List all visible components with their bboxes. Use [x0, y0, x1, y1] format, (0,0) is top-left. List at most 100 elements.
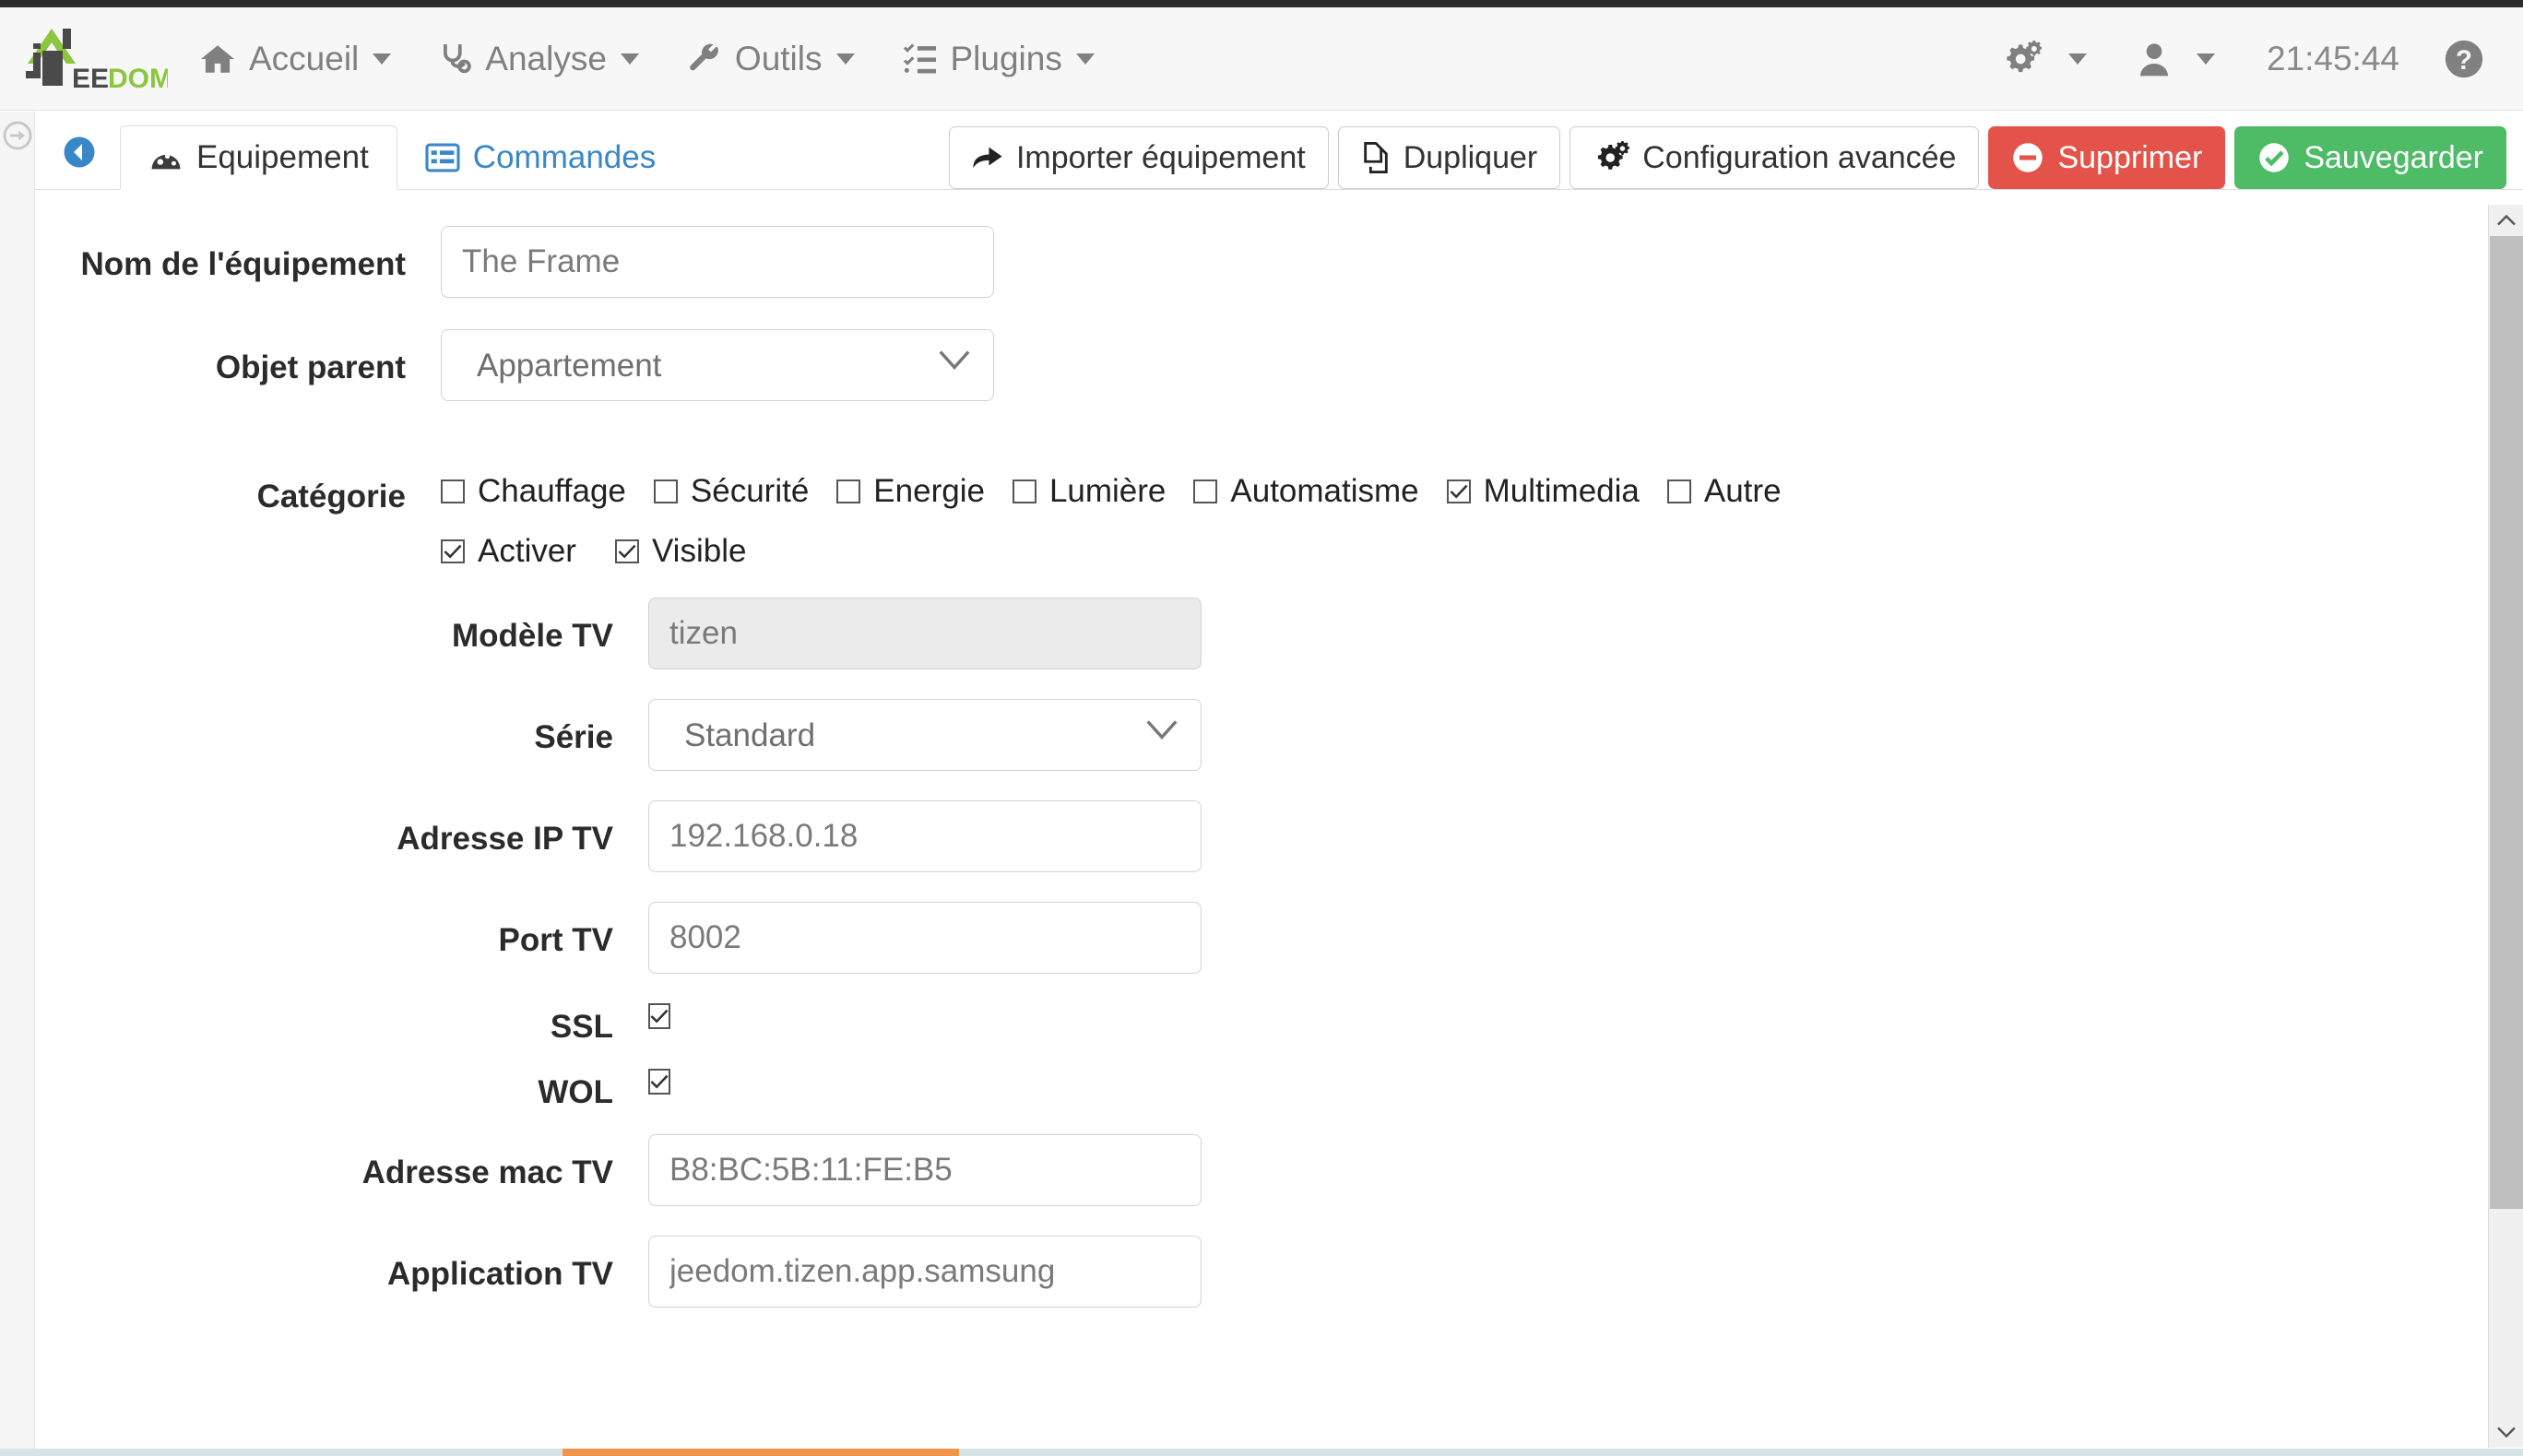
- nav-item-analyse[interactable]: Analyse: [415, 7, 663, 111]
- home-icon: [199, 42, 236, 76]
- checkbox-label-energie: Energie: [873, 473, 985, 509]
- nav-item-plugins[interactable]: Plugins: [879, 7, 1119, 111]
- bottom-scroll-track[interactable]: [0, 1449, 2523, 1456]
- field-category: Chauffage Sécurité Energie Lumière Autom: [441, 440, 1809, 510]
- nav-item-settings[interactable]: [1975, 7, 2113, 111]
- tv-model-input: [648, 598, 1202, 669]
- row-equipment-name: Nom de l'équipement: [35, 226, 2433, 298]
- checkbox-label-lumiere: Lumière: [1048, 473, 1167, 509]
- navbar-right-section: 21:45:44 ?: [1975, 7, 2523, 111]
- row-toggles: Activer Visible: [35, 533, 2433, 570]
- question-circle-icon[interactable]: ?: [2425, 39, 2493, 79]
- field-tv-port: [648, 902, 1202, 974]
- checkbox-item-autre[interactable]: Autre: [1666, 473, 1782, 510]
- main-navbar: EE DOM Accueil Analyse Outils Plugins 21…: [0, 7, 2523, 111]
- user-icon: [2138, 41, 2170, 77]
- import-equipment-label: Importer équipement: [1015, 139, 1306, 175]
- chevron-down-icon: [1075, 53, 1095, 65]
- checkbox-item-automatisme[interactable]: Automatisme: [1193, 473, 1419, 510]
- nav-label-outils: Outils: [734, 39, 823, 77]
- tab-equipement[interactable]: Equipement: [120, 125, 397, 190]
- tv-app-input[interactable]: [648, 1236, 1202, 1308]
- checkbox-chauffage[interactable]: [441, 479, 465, 503]
- checkbox-item-securite[interactable]: Sécurité: [653, 473, 810, 510]
- field-parent-object: Appartement: [441, 329, 994, 401]
- equipment-name-input[interactable]: [441, 226, 994, 298]
- checkbox-label-securite: Sécurité: [690, 473, 810, 509]
- checkbox-label-autre: Autre: [1703, 473, 1782, 509]
- chevron-down-icon: [373, 53, 392, 65]
- nav-item-accueil[interactable]: Accueil: [175, 7, 415, 111]
- nav-item-user[interactable]: [2113, 7, 2241, 111]
- chevron-down-icon: [2067, 53, 2087, 65]
- checkbox-activer[interactable]: [441, 539, 465, 563]
- import-equipment-button[interactable]: Importer équipement: [948, 126, 1329, 189]
- advanced-config-button[interactable]: Configuration avancée: [1569, 126, 1980, 189]
- scrollbar-thumb[interactable]: [2490, 236, 2523, 1209]
- checkbox-item-visible[interactable]: Visible: [614, 533, 746, 570]
- field-wol: [648, 1069, 683, 1095]
- scroll-up-arrow[interactable]: [2489, 205, 2523, 236]
- scroll-down-arrow[interactable]: [2489, 1416, 2523, 1448]
- tab-commandes[interactable]: Commandes: [397, 125, 683, 190]
- nav-label-plugins: Plugins: [950, 39, 1062, 77]
- label-tv-ip: Adresse IP TV: [397, 821, 613, 857]
- stethoscope-icon: [439, 41, 472, 77]
- checkbox-visible[interactable]: [614, 539, 639, 563]
- row-tv-app: Application TV: [35, 1236, 2433, 1308]
- checkbox-item-activer[interactable]: Activer: [441, 533, 576, 570]
- field-tv-mac: [648, 1134, 1202, 1206]
- parent-object-select[interactable]: Appartement: [441, 329, 994, 401]
- tv-mac-input[interactable]: [648, 1134, 1202, 1206]
- row-tv-model: Modèle TV: [35, 598, 2433, 669]
- jeedom-logo[interactable]: EE DOM: [0, 7, 175, 111]
- tv-series-select[interactable]: Standard: [648, 699, 1202, 771]
- arrow-circle-right-icon[interactable]: [3, 121, 32, 150]
- label-wol: WOL: [538, 1074, 613, 1110]
- gears-icon: [2001, 40, 2042, 77]
- field-tv-app: [648, 1236, 1202, 1308]
- row-ssl: SSL: [35, 1003, 2433, 1043]
- checkbox-item-multimedia[interactable]: Multimedia: [1446, 473, 1640, 510]
- checkbox-lumiere[interactable]: [1012, 479, 1036, 503]
- gears-icon: [1593, 141, 1630, 174]
- parent-object-select-wrap: Appartement: [441, 329, 994, 401]
- checkbox-energie[interactable]: [836, 479, 861, 503]
- svg-text:?: ?: [2456, 45, 2472, 76]
- minus-circle-icon: [2011, 141, 2044, 174]
- field-tv-series: Standard: [648, 699, 1202, 771]
- checkbox-multimedia[interactable]: [1446, 479, 1471, 503]
- field-ssl: [648, 1003, 683, 1029]
- tv-ip-input[interactable]: [648, 800, 1202, 872]
- arrow-circle-left-icon[interactable]: [63, 136, 96, 169]
- share-icon: [972, 143, 1003, 172]
- label-tv-series: Série: [534, 719, 613, 755]
- checkbox-item-lumiere[interactable]: Lumière: [1012, 473, 1167, 510]
- field-equipment-name: [441, 226, 994, 298]
- duplicate-button[interactable]: Dupliquer: [1337, 126, 1561, 189]
- checkbox-item-chauffage[interactable]: Chauffage: [441, 473, 626, 510]
- navbar-clock: 21:45:44: [2266, 39, 2399, 77]
- checkbox-wol[interactable]: [648, 1069, 670, 1095]
- delete-button[interactable]: Supprimer: [1988, 126, 2226, 189]
- row-tv-mac: Adresse mac TV: [35, 1134, 2433, 1206]
- vertical-scrollbar[interactable]: [2488, 205, 2523, 1448]
- tv-port-input[interactable]: [648, 902, 1202, 974]
- equipment-tabs: Equipement Commandes: [120, 125, 683, 190]
- row-parent-object: Objet parent Appartement: [35, 329, 2433, 401]
- category-checkbox-group: Chauffage Sécurité Energie Lumière Autom: [441, 473, 1809, 510]
- chevron-down-icon: [835, 53, 855, 65]
- checkbox-securite[interactable]: [653, 479, 678, 503]
- label-ssl: SSL: [550, 1009, 613, 1045]
- save-button[interactable]: Sauvegarder: [2234, 126, 2506, 189]
- nav-item-outils[interactable]: Outils: [663, 7, 879, 111]
- checkbox-autre[interactable]: [1666, 479, 1691, 503]
- bottom-scroll-thumb[interactable]: [563, 1449, 959, 1456]
- checkbox-automatisme[interactable]: [1193, 479, 1218, 503]
- list-alt-icon: [425, 142, 460, 173]
- chevron-down-icon: [2196, 53, 2215, 65]
- checkbox-ssl[interactable]: [648, 1003, 670, 1029]
- checkbox-label-activer: Activer: [478, 533, 576, 569]
- svg-text:DOM: DOM: [108, 64, 168, 94]
- checkbox-item-energie[interactable]: Energie: [836, 473, 985, 510]
